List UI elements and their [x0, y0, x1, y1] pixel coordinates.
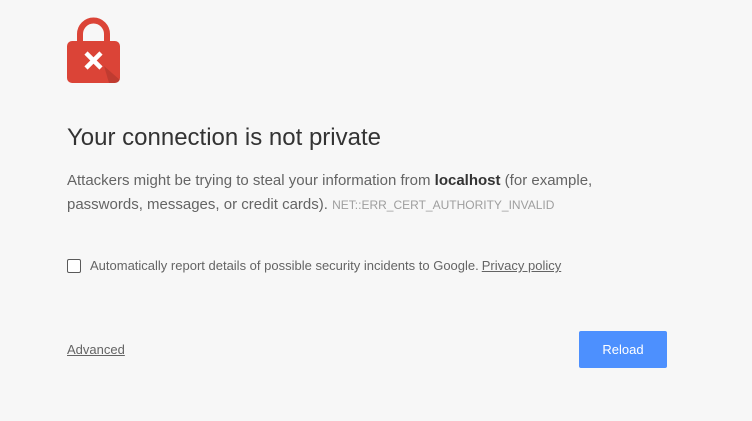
privacy-policy-link[interactable]: Privacy policy: [482, 258, 561, 273]
report-option: Automatically report details of possible…: [67, 258, 561, 273]
report-checkbox[interactable]: [67, 258, 81, 273]
reload-button[interactable]: Reload: [579, 331, 667, 368]
page-title: Your connection is not private: [67, 124, 381, 151]
error-code: NET::ERR_CERT_AUTHORITY_INVALID: [332, 198, 555, 212]
error-message: Attackers might be trying to steal your …: [67, 169, 627, 217]
lock-error-icon: [67, 17, 120, 83]
report-label: Automatically report details of possible…: [90, 258, 479, 273]
host-name: localhost: [434, 172, 501, 189]
advanced-link[interactable]: Advanced: [67, 342, 125, 357]
message-prefix: Attackers might be trying to steal your …: [67, 172, 435, 189]
interstitial-page: Your connection is not private Attackers…: [0, 0, 752, 421]
